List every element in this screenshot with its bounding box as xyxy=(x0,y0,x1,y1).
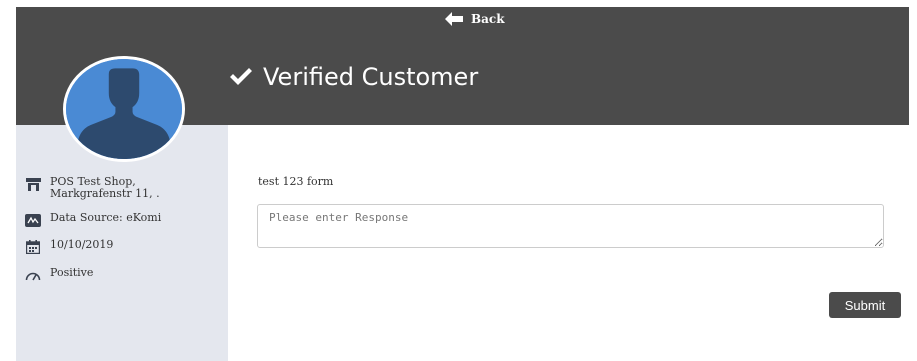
review-date: 10/10/2019 xyxy=(50,238,114,251)
page-title-text: Verified Customer xyxy=(263,63,479,91)
page-title: Verified Customer xyxy=(229,63,478,91)
checkmark-icon xyxy=(229,67,253,87)
back-link[interactable]: Back xyxy=(445,10,505,28)
shop-info: POS Test Shop, Markgrafenstr 11, . xyxy=(25,176,160,200)
avatar xyxy=(63,56,185,162)
shop-address: Markgrafenstr 11, . xyxy=(50,187,160,200)
ekomi-icon xyxy=(25,213,41,227)
calendar-icon xyxy=(25,240,41,254)
back-label: Back xyxy=(471,12,505,26)
arrow-left-icon xyxy=(445,12,463,26)
data-source: Data Source: eKomi xyxy=(50,211,162,224)
form-label: test 123 form xyxy=(258,175,334,188)
sentiment-info: Positive xyxy=(25,267,93,282)
sentiment: Positive xyxy=(50,266,94,279)
store-icon xyxy=(25,177,41,191)
date-info: 10/10/2019 xyxy=(25,239,113,254)
response-textarea[interactable] xyxy=(257,204,884,248)
gauge-icon xyxy=(25,268,41,282)
submit-button[interactable]: Submit xyxy=(829,292,901,318)
data-source-info: Data Source: eKomi xyxy=(25,212,161,227)
